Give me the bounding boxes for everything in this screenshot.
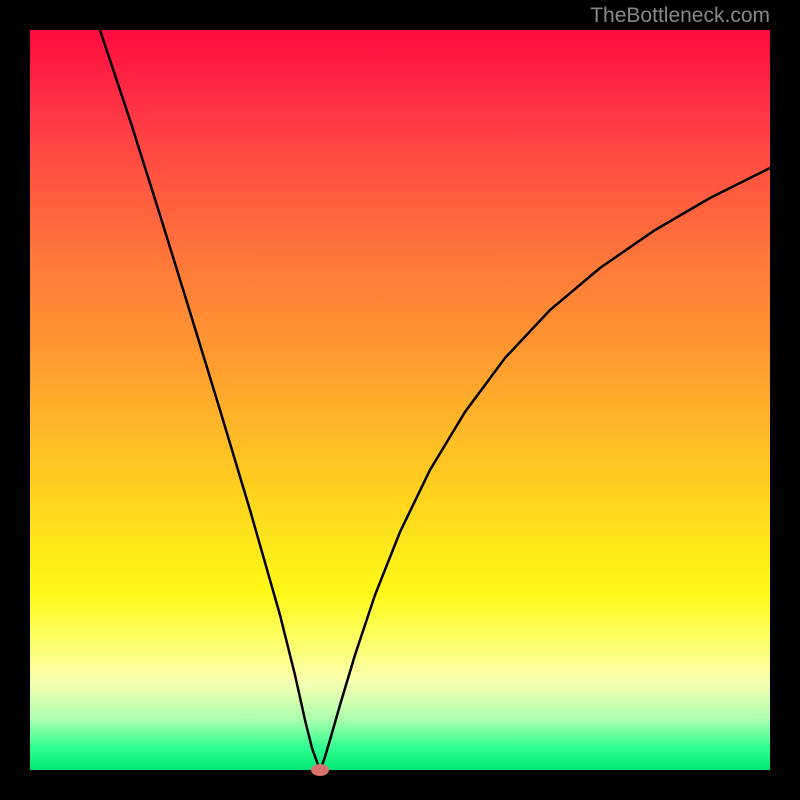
chart-frame: TheBottleneck.com	[0, 0, 800, 800]
watermark-label: TheBottleneck.com	[590, 4, 770, 28]
bottleneck-curve	[30, 30, 770, 770]
optimal-point-marker	[311, 764, 329, 776]
